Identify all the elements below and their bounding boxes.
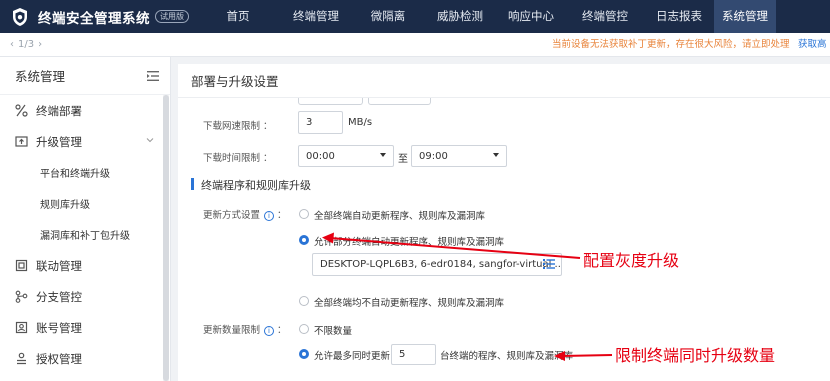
sidebar-item-label: 升级管理 xyxy=(36,134,82,149)
notice-bar: ‹ 1/3 › 当前设备无法获取补丁更新，存在很大风险，请立即处理 获取高 xyxy=(0,33,830,57)
update-count-label: 更新数量限制 i ： xyxy=(203,325,287,336)
upgrade-icon xyxy=(15,135,28,148)
max-concurrent-count-input[interactable]: 5 xyxy=(391,344,436,365)
caret-down-icon xyxy=(493,153,499,157)
sidebar-subitem-vuln-patch-upgrade[interactable]: 漏洞库和补丁包升级 xyxy=(0,219,170,250)
link-icon xyxy=(15,259,28,272)
radio-max-concurrent-update[interactable] xyxy=(299,349,309,359)
radio-all-auto-update-label: 全部终端自动更新程序、规则库及漏洞库 xyxy=(314,211,486,222)
download-speed-unit: MB/s xyxy=(348,117,373,128)
chevron-down-icon xyxy=(146,138,154,143)
download-time-from-value: 00:00 xyxy=(306,150,335,162)
page-title: 部署与升级设置 xyxy=(191,74,279,89)
section-title: 终端程序和规则库升级 xyxy=(201,179,311,192)
max-concurrent-count-suffix: 台终端的程序、规则库及漏洞库 xyxy=(440,351,574,362)
update-mode-label-text: 更新方式设置 xyxy=(203,210,261,221)
annotation-gray-upgrade: 配置灰度升级 xyxy=(583,251,680,270)
sidebar-header: 系统管理 xyxy=(0,57,170,95)
annotation-limit-upgrade: 限制终端同时升级数量 xyxy=(615,346,776,365)
sidebar-item-upgrade-management[interactable]: 升级管理 xyxy=(0,126,170,157)
radio-no-auto-update[interactable] xyxy=(299,296,309,306)
update-mode-label: 更新方式设置 i ： xyxy=(203,210,287,221)
nav-endpoint-control[interactable]: 终端管控 xyxy=(566,0,644,33)
radio-no-auto-update-label: 全部终端均不自动更新程序、规则库及漏洞库 xyxy=(314,298,505,309)
radio-max-concurrent-update-label: 允许最多同时更新 xyxy=(314,351,391,362)
deploy-icon xyxy=(15,104,28,117)
sidebar-scroll-thumb[interactable] xyxy=(163,95,169,381)
sidebar-item-label: 账号管理 xyxy=(36,320,82,335)
sidebar-item-label: 分支管控 xyxy=(36,289,82,304)
sidebar-item-branch-control[interactable]: 分支管控 xyxy=(0,281,170,312)
sidebar-item-endpoint-deploy[interactable]: 终端部署 xyxy=(0,95,170,126)
info-icon[interactable]: i xyxy=(264,325,275,336)
branch-icon xyxy=(15,290,28,303)
download-speed-label: 下载网速限制 ： xyxy=(203,121,273,132)
nav-micro-isolation[interactable]: 微隔离 xyxy=(352,0,424,33)
app-title: 终端安全管理系统 xyxy=(38,10,150,27)
sidebar-subitem-platform-upgrade[interactable]: 平台和终端升级 xyxy=(0,157,170,188)
collapse-menu-icon[interactable] xyxy=(147,70,159,81)
trial-badge: 试用版 xyxy=(155,10,189,23)
sidebar-item-label: 联动管理 xyxy=(36,258,82,273)
app-logo[interactable]: 终端安全管理系统 试用版 xyxy=(0,0,196,33)
section-accent-bar xyxy=(191,178,194,190)
info-icon[interactable]: i xyxy=(264,210,275,221)
main-header: 部署与升级设置 xyxy=(178,64,830,98)
clipped-input[interactable] xyxy=(368,98,431,105)
shield-logo-icon xyxy=(13,7,27,26)
sidebar-title: 系统管理 xyxy=(15,69,66,84)
radio-all-auto-update[interactable] xyxy=(299,209,309,219)
notice-pager: ‹ 1/3 › xyxy=(0,39,60,50)
sidebar-subitem-rule-library-upgrade[interactable]: 规则库升级 xyxy=(0,188,170,219)
download-time-to-select[interactable]: 09:00 xyxy=(411,145,507,167)
sidebar-item-label: 授权管理 xyxy=(36,351,82,366)
caret-down-icon xyxy=(380,153,386,157)
nav-log-reports[interactable]: 日志报表 xyxy=(644,0,714,33)
selected-devices-field[interactable]: DESKTOP-LQPL6B3, 6-edr0184, sangfor-virt… xyxy=(312,253,562,276)
nav-system-management[interactable]: 系统管理 xyxy=(714,0,776,33)
nav-home[interactable]: 首页 xyxy=(196,0,280,33)
sidebar-item-license-management[interactable]: 授权管理 xyxy=(0,343,170,374)
license-icon xyxy=(15,352,28,365)
update-count-label-text: 更新数量限制 xyxy=(203,325,261,336)
download-speed-input[interactable]: 3 xyxy=(298,111,343,134)
radio-partial-auto-update[interactable] xyxy=(299,235,309,245)
download-time-label: 下载时间限制 ： xyxy=(203,153,273,164)
radio-unlimited-count[interactable] xyxy=(299,324,309,334)
sidebar-item-label: 终端部署 xyxy=(36,103,82,118)
main-nav: 首页 终端管理 微隔离 威胁检测 响应中心 终端管控 日志报表 系统管理 xyxy=(196,0,776,33)
chevron-right-icon[interactable]: › xyxy=(38,39,42,50)
sidebar-menu: 终端部署 升级管理 平台和终端升级 规则库升级 漏洞库和补丁包升级 联动管理 分… xyxy=(0,95,170,374)
patch-warning-link[interactable]: 获取高 xyxy=(798,33,827,57)
nav-threat-detection[interactable]: 威胁检测 xyxy=(424,0,496,33)
sidebar-item-linkage-management[interactable]: 联动管理 xyxy=(0,250,170,281)
nav-endpoint-management[interactable]: 终端管理 xyxy=(280,0,352,33)
selected-devices-value: DESKTOP-LQPL6B3, 6-edr0184, sangfor-virt… xyxy=(320,259,562,270)
list-select-icon[interactable] xyxy=(543,259,555,269)
sidebar: 系统管理 终端部署 升级管理 平台和终端升级 规则库升级 漏洞库和补丁包升级 联… xyxy=(0,57,171,381)
main-panel: 部署与升级设置 下载网速限制 ： 3 MB/s 下载时间限制 ： 00:00 至… xyxy=(178,64,830,381)
clipped-input[interactable] xyxy=(298,98,363,105)
radio-partial-auto-update-label: 允许部分终端自动更新程序、规则库及漏洞库 xyxy=(314,237,505,248)
download-time-to-value: 09:00 xyxy=(419,150,448,162)
download-time-from-select[interactable]: 00:00 xyxy=(298,145,394,167)
sidebar-item-account-management[interactable]: 账号管理 xyxy=(0,312,170,343)
account-icon xyxy=(15,321,28,334)
nav-response-center[interactable]: 响应中心 xyxy=(496,0,566,33)
download-time-to-label: 至 xyxy=(398,154,408,165)
notice-page-count: 1/3 xyxy=(18,39,35,50)
patch-warning-text: 当前设备无法获取补丁更新，存在很大风险，请立即处理 xyxy=(552,39,790,50)
sidebar-scrollbar[interactable] xyxy=(163,95,169,381)
top-navbar: 终端安全管理系统 试用版 首页 终端管理 微隔离 威胁检测 响应中心 终端管控 … xyxy=(0,0,830,33)
radio-unlimited-count-label: 不限数量 xyxy=(314,326,353,337)
chevron-left-icon[interactable]: ‹ xyxy=(10,39,14,50)
